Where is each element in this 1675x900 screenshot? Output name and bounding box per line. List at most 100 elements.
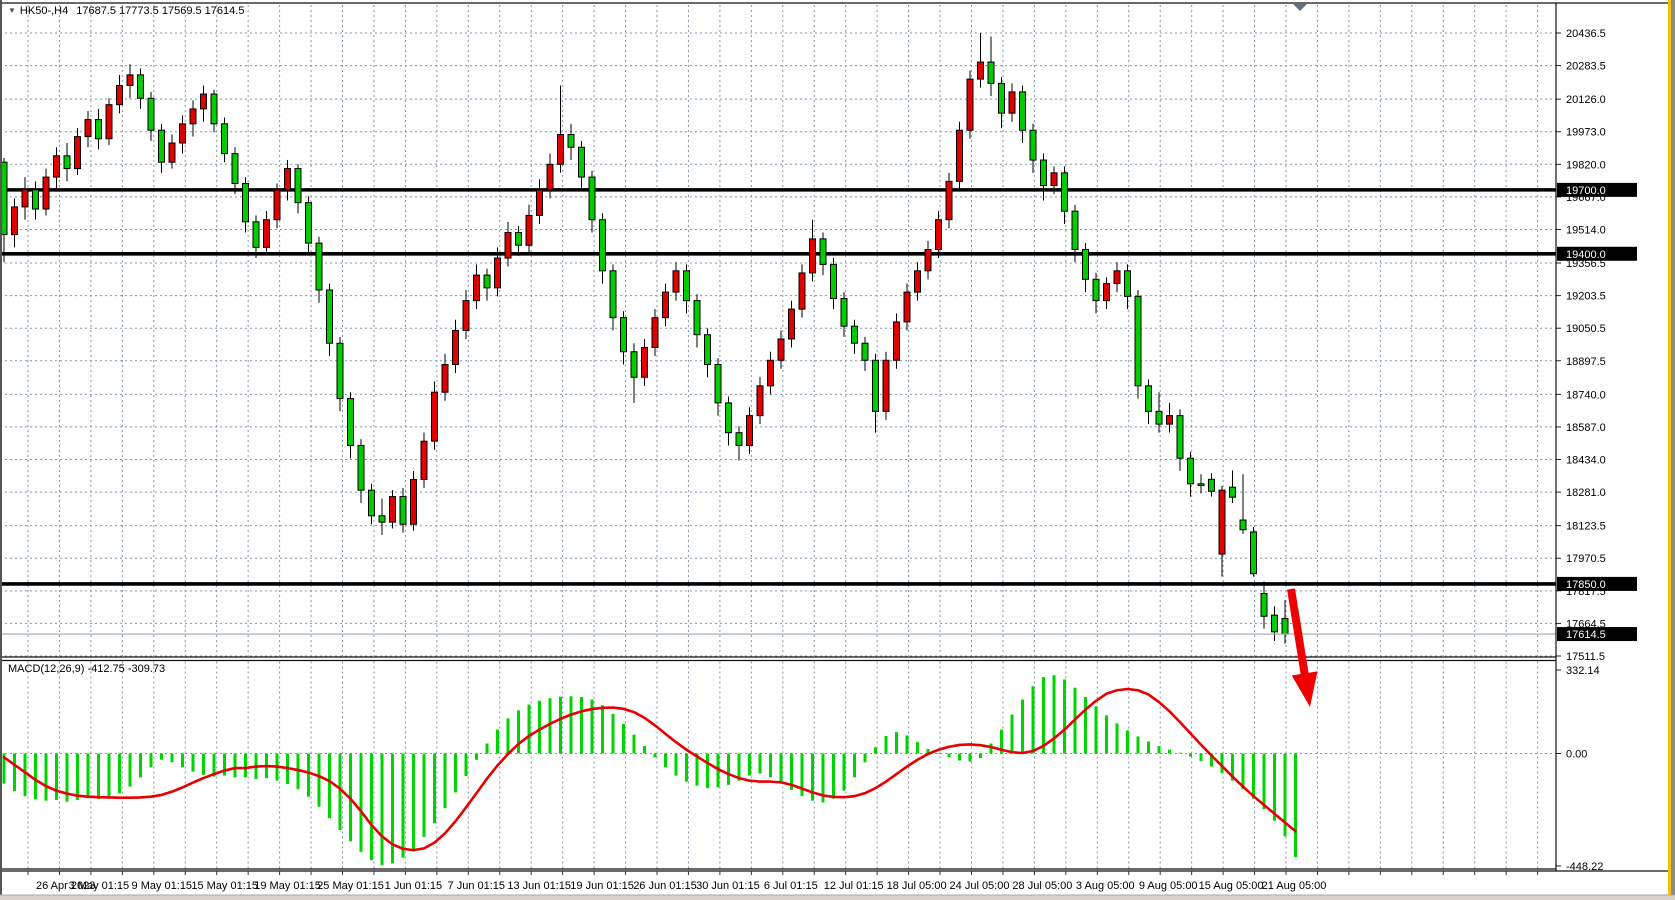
candlestick (768, 360, 774, 386)
time-axis-label[interactable]: 30 Jun 01:15 (696, 880, 760, 892)
candlestick (295, 169, 301, 203)
candlestick (1167, 416, 1173, 425)
candlestick (705, 335, 711, 365)
candlestick (1135, 296, 1141, 385)
candlestick (547, 164, 553, 190)
candlestick (400, 497, 406, 525)
candlestick (432, 392, 438, 441)
symbol-dropdown-icon[interactable]: ▼ (8, 6, 16, 15)
candlestick (54, 156, 60, 177)
candlestick (568, 134, 574, 147)
window-left-border (0, 0, 2, 900)
price-axis-label: 19973.0 (1566, 127, 1606, 139)
symbol-header: ▼HK50-,H417687.5 17773.5 17569.5 17614.5 (8, 5, 244, 17)
time-axis-label[interactable]: 15 Aug 05:00 (1199, 880, 1264, 892)
candlestick (1093, 279, 1099, 300)
candlestick (106, 105, 112, 139)
candlestick (1072, 211, 1078, 249)
candlestick (1146, 386, 1152, 412)
candlestick (957, 130, 963, 181)
time-axis-label[interactable]: 15 May 01:15 (191, 880, 258, 892)
candlestick (85, 120, 91, 137)
candlestick (610, 271, 616, 318)
candlestick (159, 130, 165, 162)
candlestick (915, 271, 921, 292)
candlestick (621, 318, 627, 352)
candlestick (799, 273, 805, 309)
candlestick (180, 124, 186, 143)
candlestick (757, 386, 763, 416)
candlestick (138, 75, 144, 98)
window-right-border (1671, 0, 1675, 900)
candlestick (96, 120, 102, 139)
candlestick (379, 516, 385, 522)
candlestick (337, 343, 343, 398)
candlestick (579, 147, 585, 177)
candlestick (883, 360, 889, 411)
current-price-label: 17614.5 (1566, 629, 1606, 641)
macd-indicator-label: MACD(12,26,9) -412.75 -309.73 (8, 663, 165, 675)
time-axis-label[interactable]: 24 Jul 05:00 (950, 880, 1010, 892)
time-axis-label[interactable]: 18 Jul 05:00 (887, 880, 947, 892)
candlestick (1041, 160, 1047, 186)
candlestick (810, 239, 816, 273)
price-axis-label: 17970.5 (1566, 553, 1606, 565)
candlestick (988, 62, 994, 83)
price-axis-label: 20436.5 (1566, 28, 1606, 40)
candlestick (285, 169, 291, 190)
time-axis-label[interactable]: 21 Aug 05:00 (1262, 880, 1327, 892)
candlestick (1209, 479, 1215, 491)
time-axis-label[interactable]: 1 Jun 01:15 (385, 880, 443, 892)
macd-axis-label: 332.14 (1566, 665, 1600, 677)
candlestick (505, 232, 511, 258)
candlestick (1198, 484, 1204, 486)
price-axis-label: 19514.0 (1566, 224, 1606, 236)
candlestick (1240, 520, 1246, 530)
time-axis-label[interactable]: 6 Jul 01:15 (764, 880, 818, 892)
candlestick (946, 181, 952, 219)
candlestick (978, 62, 984, 79)
candlestick (537, 190, 543, 216)
time-axis-label[interactable]: 25 May 01:15 (317, 880, 384, 892)
candlestick (75, 137, 81, 169)
candlestick (600, 220, 606, 271)
candlestick (117, 86, 123, 105)
time-axis-label[interactable]: 19 May 01:15 (254, 880, 321, 892)
candlestick (1219, 490, 1225, 554)
candlestick (43, 177, 49, 209)
candlestick (463, 301, 469, 331)
candlestick (1251, 532, 1257, 574)
candlestick (327, 290, 333, 343)
time-axis-label[interactable]: 9 Aug 05:00 (1139, 880, 1198, 892)
time-axis-label[interactable]: 3 Aug 05:00 (1076, 880, 1135, 892)
candlestick (831, 264, 837, 298)
ohlc-readout: 17687.5 17773.5 17569.5 17614.5 (76, 5, 244, 17)
time-axis-label[interactable]: 3 May 01:15 (69, 880, 130, 892)
candlestick (726, 403, 732, 433)
time-axis-label[interactable]: 13 Jun 01:15 (507, 880, 571, 892)
candlestick (526, 215, 532, 245)
candlestick (894, 322, 900, 360)
time-axis-label[interactable]: 26 Jun 01:15 (633, 880, 697, 892)
time-axis-label[interactable]: 19 Jun 01:15 (570, 880, 634, 892)
level-price-label: 19400.0 (1566, 249, 1606, 261)
window-bottom-strip (0, 895, 1675, 900)
candlestick (64, 156, 70, 169)
chart-window: 20436.520283.520126.019973.019820.019667… (0, 0, 1675, 900)
price-chart-canvas[interactable]: 20436.520283.520126.019973.019820.019667… (0, 0, 1675, 900)
candlestick (169, 143, 175, 162)
candlestick (411, 480, 417, 525)
candlestick (642, 347, 648, 377)
candlestick (925, 250, 931, 271)
candlestick (1261, 593, 1267, 616)
level-price-label: 17850.0 (1566, 579, 1606, 591)
time-axis-label[interactable]: 28 Jul 05:00 (1012, 880, 1072, 892)
time-axis-label[interactable]: 7 Jun 01:15 (448, 880, 506, 892)
time-axis-label[interactable]: 12 Jul 01:15 (824, 880, 884, 892)
candlestick (820, 239, 826, 265)
time-axis-label[interactable]: 9 May 01:15 (132, 880, 193, 892)
candlestick (589, 177, 595, 220)
price-axis-label: 18740.0 (1566, 389, 1606, 401)
candlestick (222, 124, 228, 154)
candlestick (852, 326, 858, 343)
